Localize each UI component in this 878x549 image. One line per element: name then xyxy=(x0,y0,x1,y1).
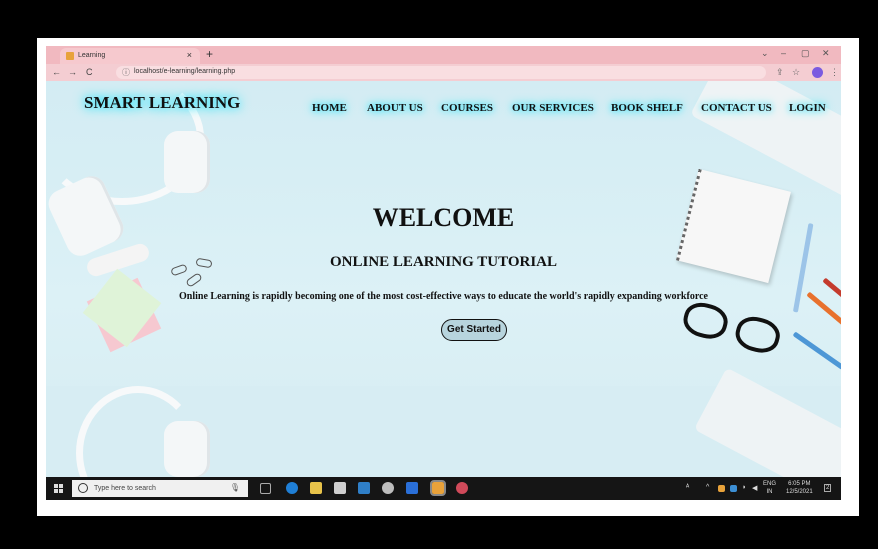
web-page: SMART LEARNING HOME ABOUT US COURSES OUR… xyxy=(46,81,841,477)
address-bar[interactable]: ⓘ localhost/e-learning/learning.php xyxy=(116,66,766,79)
nav-home[interactable]: HOME xyxy=(312,102,347,114)
nav-contact-us[interactable]: CONTACT US xyxy=(701,102,772,114)
people-icon[interactable]: ᴬ xyxy=(686,484,689,491)
browser-tab-strip: Learning × + ⌄ – ▢ ✕ xyxy=(46,46,841,64)
forward-button[interactable]: → xyxy=(68,67,77,77)
nav-about-us[interactable]: ABOUT US xyxy=(367,102,423,114)
tray-app-icon[interactable] xyxy=(718,485,725,492)
settings-gear-icon[interactable] xyxy=(382,482,394,494)
hero-description: Online Learning is rapidly becoming one … xyxy=(179,291,708,302)
taskbar-search-input[interactable]: Type here to search 🎙 xyxy=(72,480,248,497)
tray-chevron-icon[interactable]: ^ xyxy=(706,484,709,491)
reload-button[interactable]: C xyxy=(86,67,93,77)
hero-subtitle: ONLINE LEARNING TUTORIAL xyxy=(330,254,557,270)
glasses-icon xyxy=(676,294,784,359)
search-icon xyxy=(78,483,88,493)
tab-search-icon[interactable]: ⌄ xyxy=(761,48,769,59)
maximize-button[interactable]: ▢ xyxy=(801,48,810,59)
browser-tab[interactable]: Learning × xyxy=(60,48,200,64)
headphone-cup-icon xyxy=(164,131,210,193)
tray-app-icon[interactable] xyxy=(730,485,737,492)
file-explorer-icon[interactable] xyxy=(310,482,322,494)
chrome-icon[interactable] xyxy=(456,482,468,494)
microphone-icon[interactable]: 🎙 xyxy=(230,483,240,492)
get-started-button[interactable]: Get Started xyxy=(441,319,507,341)
windows-start-icon[interactable] xyxy=(54,484,63,493)
favicon-icon xyxy=(66,52,74,60)
close-window-button[interactable]: ✕ xyxy=(822,48,830,59)
minimize-button[interactable]: – xyxy=(781,48,786,58)
back-button[interactable]: ← xyxy=(52,67,61,77)
nav-login[interactable]: LOGIN xyxy=(789,102,826,114)
store-icon[interactable] xyxy=(334,482,346,494)
mail-icon[interactable] xyxy=(358,482,370,494)
glasses-lens xyxy=(732,312,784,357)
bookmark-star-icon[interactable]: ☆ xyxy=(792,67,800,78)
sticky-note-icon xyxy=(82,268,162,348)
site-info-icon[interactable]: ⓘ xyxy=(122,67,130,78)
tab-title: Learning xyxy=(78,52,106,59)
edge-browser-icon[interactable] xyxy=(286,482,298,494)
task-view-icon[interactable] xyxy=(260,483,271,494)
paperclip-icon xyxy=(185,272,203,288)
language-indicator[interactable]: ENG IN xyxy=(763,480,776,496)
windows-taskbar: Type here to search 🎙 ᴬ ^ ◗ ◀ ENG IN 6:0… xyxy=(46,477,841,500)
headphone-cup-icon xyxy=(164,421,210,477)
taskbar-search-placeholder: Type here to search xyxy=(94,485,156,492)
nav-our-services[interactable]: OUR SERVICES xyxy=(512,102,594,114)
glasses-lens xyxy=(679,298,732,343)
profile-avatar[interactable] xyxy=(812,67,823,78)
network-icon[interactable]: ◗ xyxy=(742,484,746,491)
browser-toolbar: ← → C ⓘ localhost/e-learning/learning.ph… xyxy=(46,64,841,81)
system-clock[interactable]: 6:05 PM 12/5/2021 xyxy=(786,480,813,496)
nav-book-shelf[interactable]: BOOK SHELF xyxy=(611,102,683,114)
hero-title: WELCOME xyxy=(372,203,515,232)
address-url: localhost/e-learning/learning.php xyxy=(134,68,236,75)
app-icon[interactable] xyxy=(406,482,418,494)
nav-courses[interactable]: COURSES xyxy=(441,102,493,114)
new-tab-button[interactable]: + xyxy=(206,47,213,61)
screen: Learning × + ⌄ – ▢ ✕ ← → C ⓘ localhost/e… xyxy=(46,46,841,500)
clock-time: 6:05 PM xyxy=(788,481,811,487)
notification-badge[interactable]: 2 xyxy=(824,484,832,492)
language-code: ENG xyxy=(763,481,777,487)
site-logo[interactable]: SMART LEARNING xyxy=(84,93,240,113)
share-icon[interactable]: ⇪ xyxy=(776,67,784,78)
language-region: IN xyxy=(766,489,773,495)
tab-close-icon[interactable]: × xyxy=(187,50,192,60)
xampp-icon[interactable] xyxy=(430,480,446,496)
browser-menu-icon[interactable]: ⋮ xyxy=(830,67,839,78)
clock-date: 12/5/2021 xyxy=(786,489,813,495)
pencil-icon xyxy=(792,331,841,370)
volume-icon[interactable]: ◀ xyxy=(752,484,757,492)
